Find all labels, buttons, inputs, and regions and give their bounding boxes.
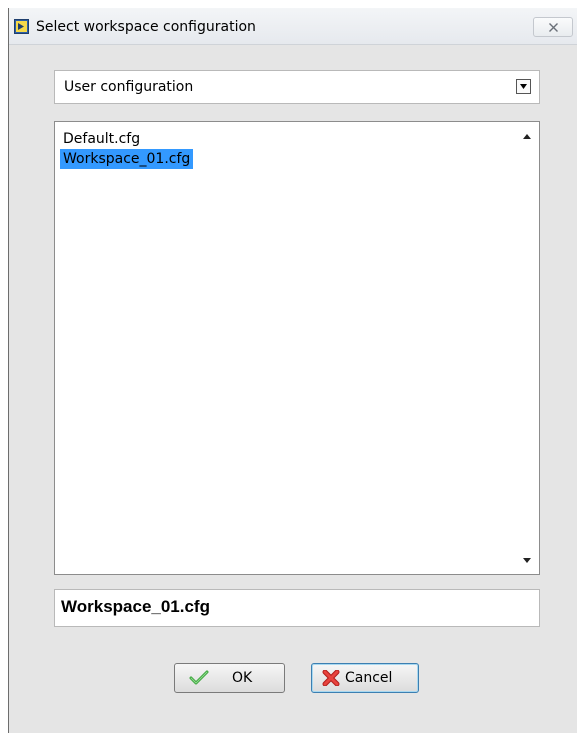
scroll-down-arrow-icon[interactable] [523,558,531,563]
ok-button[interactable]: OK [174,663,285,693]
scroll-up-arrow-icon[interactable] [523,134,531,139]
cancel-button[interactable]: Cancel [311,663,419,693]
dropdown-arrow-button[interactable] [516,79,531,94]
chevron-down-icon [520,84,527,89]
list-item-workspace-01-cfg[interactable]: Workspace_01.cfg [60,149,194,169]
list-scrollbar[interactable] [517,122,539,574]
title-bar[interactable]: Select workspace configuration [9,8,577,45]
dropdown-selected-value: User configuration [64,79,194,95]
app-icon [14,19,29,34]
file-list: Default.cfg Workspace_01.cfg [60,129,515,169]
cancel-button-label: Cancel [345,670,393,686]
filename-field[interactable]: Workspace_01.cfg [54,589,540,627]
ok-button-label: OK [232,670,253,686]
dialog-window: Select workspace configuration User conf… [8,8,577,733]
configuration-dropdown[interactable]: User configuration [54,70,540,104]
list-item-default-cfg[interactable]: Default.cfg [60,129,143,149]
close-icon [549,23,558,32]
red-x-icon [322,669,340,690]
close-button[interactable] [533,17,573,37]
file-listbox[interactable]: Default.cfg Workspace_01.cfg [54,121,540,575]
window-title: Select workspace configuration [36,19,256,35]
checkmark-icon [189,670,209,690]
